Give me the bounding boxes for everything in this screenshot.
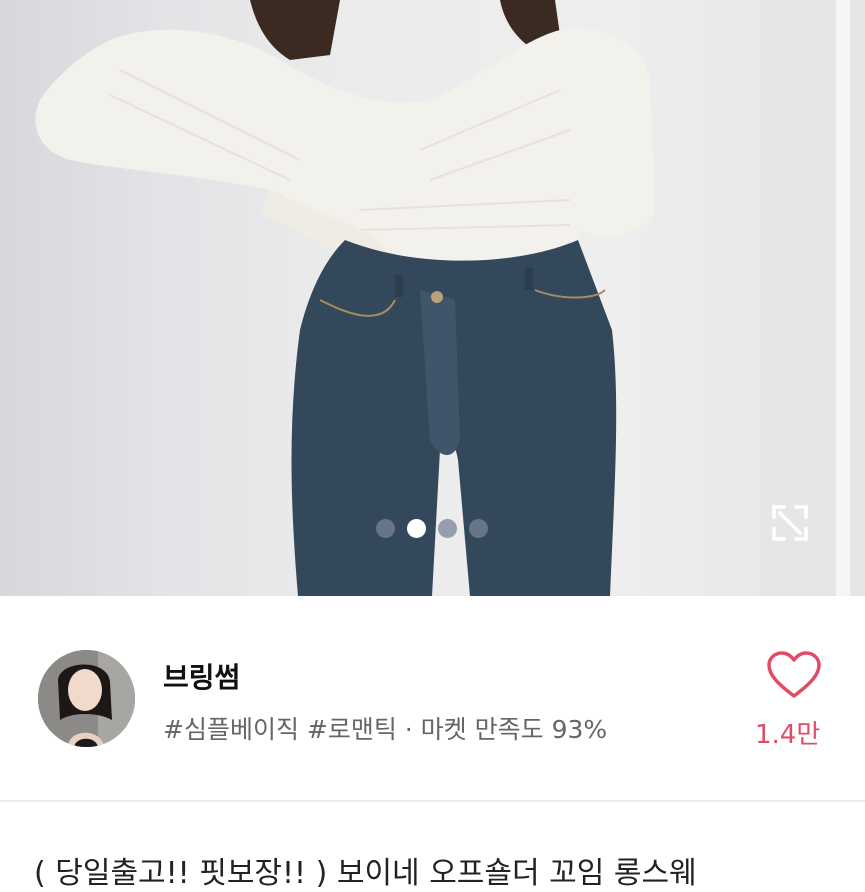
carousel-indicator[interactable] (376, 519, 488, 538)
expand-icon[interactable] (770, 503, 810, 543)
carousel-dot-active[interactable] (407, 519, 426, 538)
carousel-dot[interactable] (469, 519, 488, 538)
heart-outline-icon[interactable] (766, 650, 822, 700)
carousel-dot[interactable] (438, 519, 457, 538)
like-count: 1.4만 (755, 720, 821, 750)
carousel-dot[interactable] (376, 519, 395, 538)
seller-avatar[interactable] (38, 650, 135, 747)
product-photo (35, 0, 865, 596)
shop-name[interactable]: 브링썸 (163, 656, 240, 696)
product-title: ( 당일출고!! 핏보장!! ) 보이네 오프숄더 꼬임 롱스웨 (34, 856, 697, 891)
product-image[interactable] (0, 0, 865, 596)
shop-tags: #심플베이직 #로맨틱 · 마켓 만족도 93% (163, 715, 608, 744)
divider (0, 800, 865, 802)
